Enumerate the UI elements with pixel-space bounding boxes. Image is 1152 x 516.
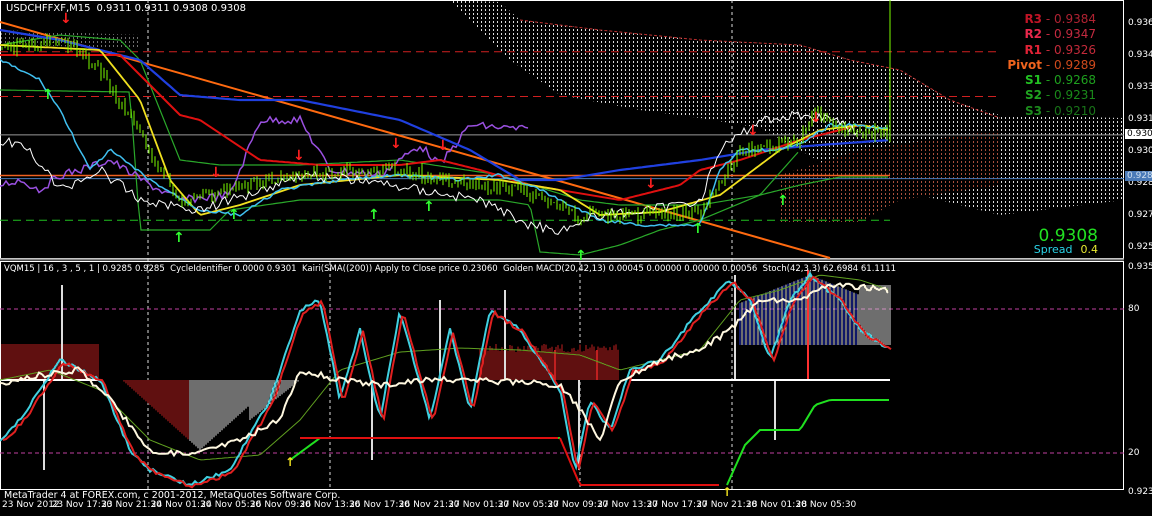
indicator-header: VQM15 | 16 , 3 , 5 , 1 | 0.9285 0.9285 C… xyxy=(4,264,897,274)
pivot-label: S1 xyxy=(1025,73,1043,88)
price-axis-label: 0.9255 xyxy=(1128,242,1152,252)
buy-arrow-icon: ↑ xyxy=(423,199,435,215)
pivot-value: 0.9289 xyxy=(1042,58,1096,72)
pivot-row-s2: S20.9231 xyxy=(1007,88,1096,103)
price-axis-label: 0.9360 xyxy=(1128,18,1152,28)
ohlc-values: 0.9311 0.9311 0.9308 0.9308 xyxy=(96,3,247,14)
buy-arrow-icon: ↑ xyxy=(228,207,240,223)
symbol-label: USDCHFFXF,M15 xyxy=(6,3,91,14)
sell-arrow-icon: ↓ xyxy=(437,138,449,154)
bid-price-tag: 0.9288 xyxy=(1125,171,1152,181)
signal-arrow-icon: ↑ xyxy=(285,455,295,469)
sub-axis-20: 20 xyxy=(1128,448,1140,458)
signal-line xyxy=(0,274,889,461)
sell-arrow-icon: ↓ xyxy=(210,165,222,181)
pivot-row-r2: R20.9347 xyxy=(1007,27,1096,42)
pivot-label: Pivot xyxy=(1007,57,1043,72)
price-axis-label: 0.9345 xyxy=(1128,50,1152,60)
sub-axis-bottom: 0.9232 xyxy=(1128,487,1152,497)
pivot-label: S2 xyxy=(1025,88,1043,103)
pivot-row-s1: S10.9268 xyxy=(1007,73,1096,88)
spread-display: Spread 0.4 xyxy=(1034,243,1098,256)
sell-arrow-icon: ↓ xyxy=(645,176,657,192)
chart-canvas[interactable]: ↓↓↓↓ ↓↓↓↓↑↑↑ ↑ ↑↑↑↑↑↑ xyxy=(0,0,1152,516)
spread-value: 0.4 xyxy=(1080,243,1099,256)
price-axis-label: 0.9315 xyxy=(1128,114,1152,124)
pivot-row-pivot: Pivot0.9289 xyxy=(1007,58,1096,73)
signal-arrow-icon: ↑ xyxy=(722,485,732,499)
chart-title: USDCHFFXF,M15 0.9311 0.9311 0.9308 0.9308 xyxy=(6,3,252,14)
purple-line xyxy=(0,114,529,204)
pivot-value: 0.9326 xyxy=(1042,43,1096,57)
pivot-value: 0.9210 xyxy=(1042,104,1096,118)
sub-axis-top: 0.9358 xyxy=(1128,262,1152,272)
pivot-label: S3 xyxy=(1025,103,1043,118)
buy-arrow-icon: ↑ xyxy=(575,248,587,264)
pivot-value: 0.9384 xyxy=(1042,12,1096,26)
pivot-row-r3: R30.9384 xyxy=(1007,12,1096,27)
sell-arrow-icon: ↓ xyxy=(747,123,759,139)
price-axis-label: 0.9270 xyxy=(1128,210,1152,220)
sell-arrow-icon: ↓ xyxy=(293,148,305,164)
pivot-levels-panel: R30.9384R20.9347R10.9326Pivot0.9289S10.9… xyxy=(1007,12,1096,119)
green-step-right xyxy=(726,399,889,486)
buy-arrow-icon: ↑ xyxy=(173,230,185,246)
price-axis-label: 0.9330 xyxy=(1128,82,1152,92)
pivot-value: 0.9347 xyxy=(1042,27,1096,41)
pivot-row-s3: S30.9210 xyxy=(1007,104,1096,119)
buy-arrow-icon: ↑ xyxy=(42,87,54,103)
spread-label: Spread xyxy=(1033,243,1073,256)
buy-arrow-icon: ↑ xyxy=(777,193,789,209)
sell-arrow-icon: ↓ xyxy=(390,136,402,152)
time-axis-label: 28 Nov 05:30 xyxy=(795,500,857,510)
pivot-label: R3 xyxy=(1024,12,1043,26)
current-price-tag: 0.9308 xyxy=(1125,129,1152,139)
pivot-label: R1 xyxy=(1024,42,1043,57)
buy-arrow-icon: ↑ xyxy=(692,221,704,237)
pivot-row-r1: R10.9326 xyxy=(1007,43,1096,58)
pivot-value: 0.9231 xyxy=(1042,88,1096,102)
buy-arrow-icon: ↑ xyxy=(368,207,380,223)
pivot-value: 0.9268 xyxy=(1042,73,1096,87)
sub-axis-80: 80 xyxy=(1128,304,1140,314)
pivot-label: R2 xyxy=(1024,27,1043,42)
price-axis-label: 0.9300 xyxy=(1128,146,1152,156)
sell-arrow-icon: ↓ xyxy=(810,110,822,126)
